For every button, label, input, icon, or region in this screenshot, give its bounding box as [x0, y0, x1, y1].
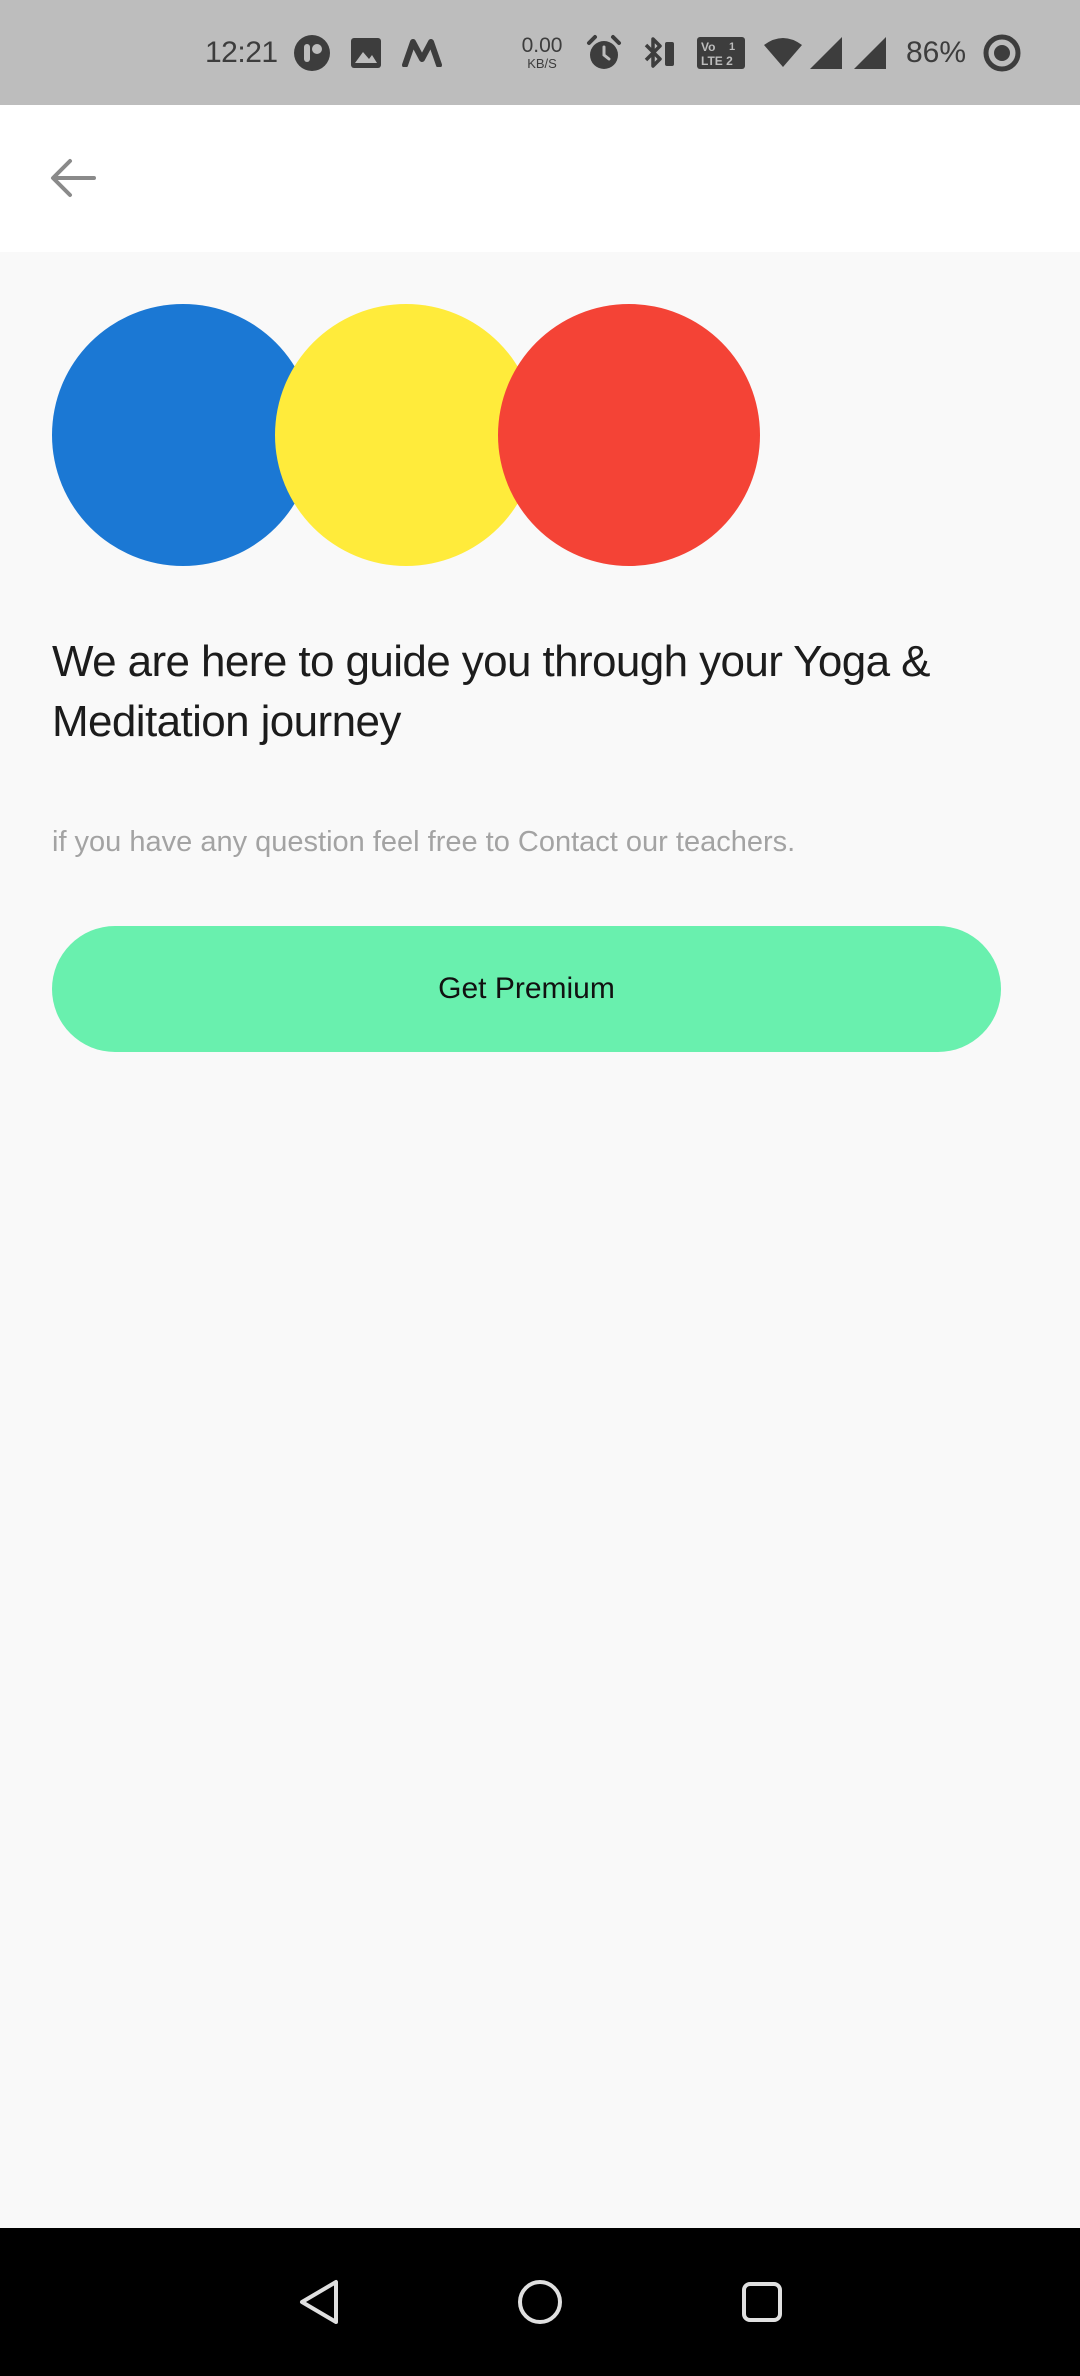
get-premium-button[interactable]: Get Premium: [52, 926, 1001, 1052]
brand-circles: [52, 304, 762, 568]
home-circle-icon: [517, 2279, 563, 2325]
nav-home-button[interactable]: [490, 2252, 590, 2352]
arrow-left-icon: [50, 158, 96, 198]
red-circle: [498, 304, 760, 566]
svg-text:1: 1: [729, 41, 735, 53]
network-speed-value: 0.00: [521, 34, 563, 57]
svg-text:LTE 2: LTE 2: [701, 54, 733, 68]
recents-square-icon: [741, 2281, 783, 2323]
nav-recents-button[interactable]: [712, 2252, 812, 2352]
svg-text:Vo: Vo: [701, 40, 715, 54]
wifi-icon: [762, 0, 804, 105]
notification-app-icon: [290, 0, 334, 105]
page-headline: We are here to guide you through your Yo…: [52, 637, 930, 746]
alarm-icon: [584, 0, 624, 105]
network-speed: 0.00 KB/S: [515, 0, 569, 105]
status-bar: 12:21 0.00 KB/S Vo 1 LTE 2 86%: [0, 0, 1080, 105]
get-premium-label: Get Premium: [438, 972, 615, 1005]
nav-back-button[interactable]: [270, 2252, 370, 2352]
app-bar: [0, 105, 1080, 252]
back-button[interactable]: [36, 141, 110, 215]
signal-sim2-icon: [850, 0, 890, 105]
contact-subtitle: if you have any question feel free to Co…: [52, 826, 796, 858]
bluetooth-icon: [638, 0, 678, 105]
gallery-icon: [348, 0, 384, 105]
status-time: 12:21: [205, 35, 278, 69]
signal-sim1-icon: [806, 0, 846, 105]
battery-percent: 86%: [906, 35, 967, 69]
network-speed-unit: KB/S: [527, 56, 557, 71]
system-nav-bar: [0, 2228, 1080, 2376]
volte-lte2-icon: Vo 1 LTE 2: [696, 0, 746, 105]
battery-ring-icon: [980, 0, 1024, 105]
main-content: We are here to guide you through your Yo…: [0, 252, 1080, 2228]
back-triangle-icon: [298, 2278, 342, 2326]
m-app-icon: [400, 0, 444, 105]
